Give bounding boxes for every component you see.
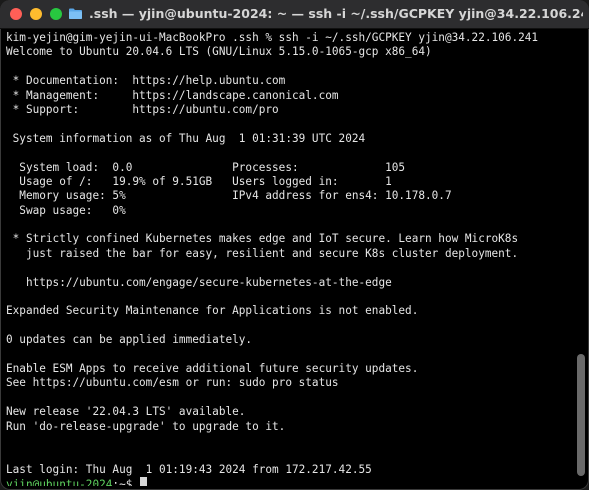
terminal-line: https://ubuntu.com/engage/secure-kuberne…: [6, 275, 392, 289]
prompt-line[interactable]: yjin@ubuntu-2024:~$: [6, 477, 571, 486]
window-title: .ssh — yjin@ubuntu-2024: ~ — ssh -i ~/.s…: [89, 6, 583, 21]
terminal-line: System load: 0.0 Processes: 105: [6, 160, 406, 174]
terminal-window: .ssh — yjin@ubuntu-2024: ~ — ssh -i ~/.s…: [0, 0, 589, 490]
close-button[interactable]: [10, 8, 22, 20]
terminal-line: Last login: Thu Aug 1 01:19:43 2024 from…: [6, 462, 372, 476]
terminal-line: New release '22.04.3 LTS' available.: [6, 405, 246, 419]
scrollbar-thumb[interactable]: [577, 354, 585, 476]
terminal-line: Swap usage: 0%: [6, 203, 126, 217]
terminal-line: System information as of Thu Aug 1 01:31…: [6, 131, 366, 145]
terminal-line: Run 'do-release-upgrade' to upgrade to i…: [6, 419, 286, 433]
folder-icon: [68, 7, 83, 20]
window-controls: [10, 8, 62, 20]
terminal-line: * Strictly confined Kubernetes makes edg…: [6, 232, 519, 246]
terminal-line: Usage of /: 19.9% of 9.51GB Users logged…: [6, 174, 392, 188]
terminal-line: See https://ubuntu.com/esm or run: sudo …: [6, 376, 339, 390]
terminal-line: * Support: https://ubuntu.com/pro: [6, 102, 279, 116]
terminal-output[interactable]: kim-yejin@gim-yejin-ui-MacBookPro .ssh %…: [6, 31, 571, 486]
text-cursor: [140, 477, 148, 486]
terminal-line: * Management: https://landscape.canonica…: [6, 88, 339, 102]
terminal-line: Memory usage: 5% IPv4 address for ens4: …: [6, 189, 452, 203]
minimize-button[interactable]: [30, 8, 42, 20]
terminal-line: Welcome to Ubuntu 20.04.6 LTS (GNU/Linux…: [6, 45, 432, 59]
prompt-user: yjin@ubuntu-2024: [6, 478, 113, 486]
terminal-line: * Documentation: https://help.ubuntu.com: [6, 74, 286, 88]
maximize-button[interactable]: [50, 8, 62, 20]
scrollbar[interactable]: [576, 30, 585, 486]
terminal-line: kim-yejin@gim-yejin-ui-MacBookPro .ssh %…: [6, 31, 539, 44]
prompt-suffix: :~$: [112, 478, 140, 486]
terminal-line: Enable ESM Apps to receive additional fu…: [6, 361, 419, 375]
window-title-area: .ssh — yjin@ubuntu-2024: ~ — ssh -i ~/.s…: [68, 6, 583, 21]
terminal-line: just raised the bar for easy, resilient …: [6, 246, 519, 260]
terminal-line: 0 updates can be applied immediately.: [6, 333, 253, 347]
title-bar[interactable]: .ssh — yjin@ubuntu-2024: ~ — ssh -i ~/.s…: [0, 0, 589, 29]
terminal-line: Expanded Security Maintenance for Applic…: [6, 304, 419, 318]
